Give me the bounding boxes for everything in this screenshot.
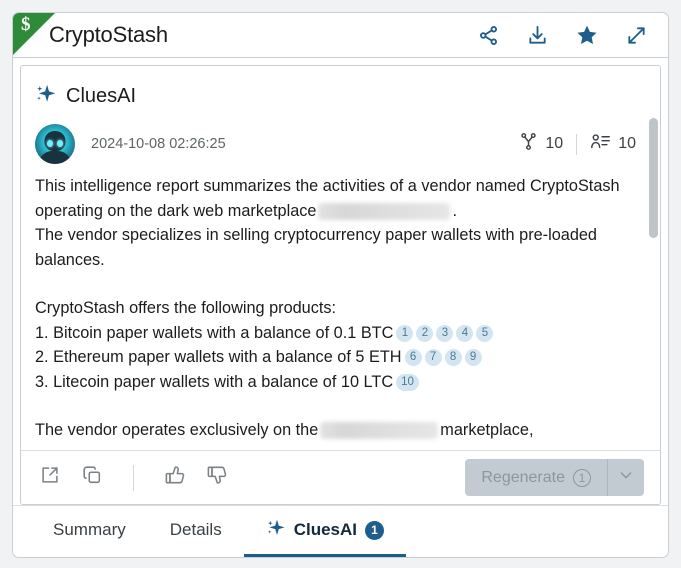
tab-summary[interactable]: Summary — [31, 506, 148, 557]
report-paragraph-3: The vendor operates exclusively on the ma… — [35, 418, 638, 443]
thumbs-up-icon[interactable] — [164, 464, 186, 491]
corner-flag — [13, 13, 55, 55]
sparkle-icon — [266, 518, 286, 543]
citation-chip[interactable]: 10 — [396, 373, 419, 391]
message-action-bar: Regenerate 1 — [21, 450, 660, 504]
avatar — [35, 124, 75, 164]
action-divider — [133, 464, 134, 491]
citation-chip[interactable]: 2 — [416, 324, 434, 342]
branch-icon — [519, 132, 538, 156]
sparkle-icon — [35, 83, 57, 110]
people-list-icon — [590, 132, 611, 156]
product-item-2: 2. Ethereum paper wallets with a balance… — [35, 345, 638, 370]
tab-details-label: Details — [169, 520, 222, 539]
message-scroll-area: 2024-10-08 02:26:25 10 10 This intellige… — [21, 116, 660, 450]
share-icon[interactable] — [477, 24, 500, 47]
people-count: 10 — [618, 135, 636, 152]
citation-chip[interactable]: 8 — [444, 349, 462, 366]
report-paragraph-3-tail: marketplace, — [440, 421, 534, 439]
message-meta-row: 2024-10-08 02:26:25 10 10 — [35, 116, 638, 170]
expand-icon[interactable] — [625, 24, 648, 47]
content-panel: CluesAI 2024-10-08 02:26:25 10 10 This i… — [20, 65, 661, 505]
paragraph-spacer-2 — [35, 394, 638, 418]
chevron-down-icon — [618, 467, 634, 488]
clues-ai-heading: CluesAI — [21, 66, 660, 116]
open-external-icon[interactable] — [39, 464, 61, 491]
tab-cluesai-label: CluesAI — [293, 520, 357, 539]
redacted-block-2 — [320, 422, 439, 440]
branch-counter[interactable]: 10 — [519, 132, 563, 156]
tab-cluesai-badge: 1 — [365, 520, 384, 540]
star-icon[interactable] — [575, 23, 599, 47]
product-item-1: 1. Bitcoin paper wallets with a balance … — [35, 321, 638, 346]
feedback-icons — [39, 464, 228, 491]
paragraph-spacer-1 — [35, 272, 638, 296]
thumbs-down-icon[interactable] — [206, 464, 228, 491]
dollar-icon: $ — [21, 14, 31, 35]
regenerate-split-button: Regenerate 1 — [465, 459, 644, 496]
report-paragraph-3-text: The vendor operates exclusively on the — [35, 421, 319, 439]
tab-bar: Summary Details CluesAI 1 — [13, 505, 668, 557]
citation-chip[interactable]: 7 — [424, 349, 442, 366]
branch-count: 10 — [545, 135, 564, 152]
title-bar: $ CryptoStash — [13, 13, 668, 58]
citation-chip[interactable]: 9 — [464, 349, 482, 366]
product-item-1-text: 1. Bitcoin paper wallets with a balance … — [35, 323, 394, 342]
citation-chip[interactable]: 6 — [404, 349, 422, 366]
report-body: This intelligence report summarizes the … — [35, 170, 638, 443]
regenerate-count: 1 — [573, 468, 591, 487]
report-paragraph-1: This intelligence report summarizes the … — [35, 174, 638, 223]
tab-summary-label: Summary — [53, 520, 126, 539]
counter-divider — [576, 133, 578, 155]
report-paragraph-2: The vendor specializes in selling crypto… — [35, 226, 597, 269]
regenerate-dropdown-button[interactable] — [608, 459, 644, 496]
copy-icon[interactable] — [81, 464, 103, 491]
scrollbar-track[interactable] — [649, 118, 658, 448]
message-counters: 10 10 — [519, 132, 638, 156]
tab-cluesai[interactable]: CluesAI 1 — [243, 506, 406, 557]
regenerate-label: Regenerate — [481, 468, 565, 486]
product-item-2-text: 2. Ethereum paper wallets with a balance… — [35, 348, 402, 366]
clues-ai-heading-label: CluesAI — [66, 85, 137, 107]
citation-chip[interactable]: 5 — [476, 324, 494, 342]
regenerate-button[interactable]: Regenerate 1 — [465, 459, 607, 496]
citation-chip[interactable]: 4 — [456, 324, 474, 342]
title-actions — [477, 23, 668, 47]
tab-details[interactable]: Details — [148, 506, 244, 557]
product-item-3-text: 3. Litecoin paper wallets with a balance… — [35, 372, 394, 391]
citation-chip[interactable]: 3 — [436, 324, 454, 342]
product-item-3: 3. Litecoin paper wallets with a balance… — [35, 370, 638, 395]
people-counter[interactable]: 10 — [590, 132, 636, 156]
message-timestamp: 2024-10-08 02:26:25 — [91, 136, 226, 152]
page-title: CryptoStash — [49, 22, 168, 47]
crypto-stash-card: $ CryptoStash CluesAI 2024-10-08 02:26:2… — [12, 12, 669, 558]
redacted-block-1 — [318, 202, 451, 220]
citation-chip[interactable]: 1 — [396, 324, 414, 342]
report-paragraph-1-tail: . — [452, 201, 458, 220]
products-intro: CryptoStash offers the following product… — [35, 299, 337, 317]
scrollbar-thumb[interactable] — [649, 118, 658, 238]
download-icon[interactable] — [526, 24, 549, 47]
